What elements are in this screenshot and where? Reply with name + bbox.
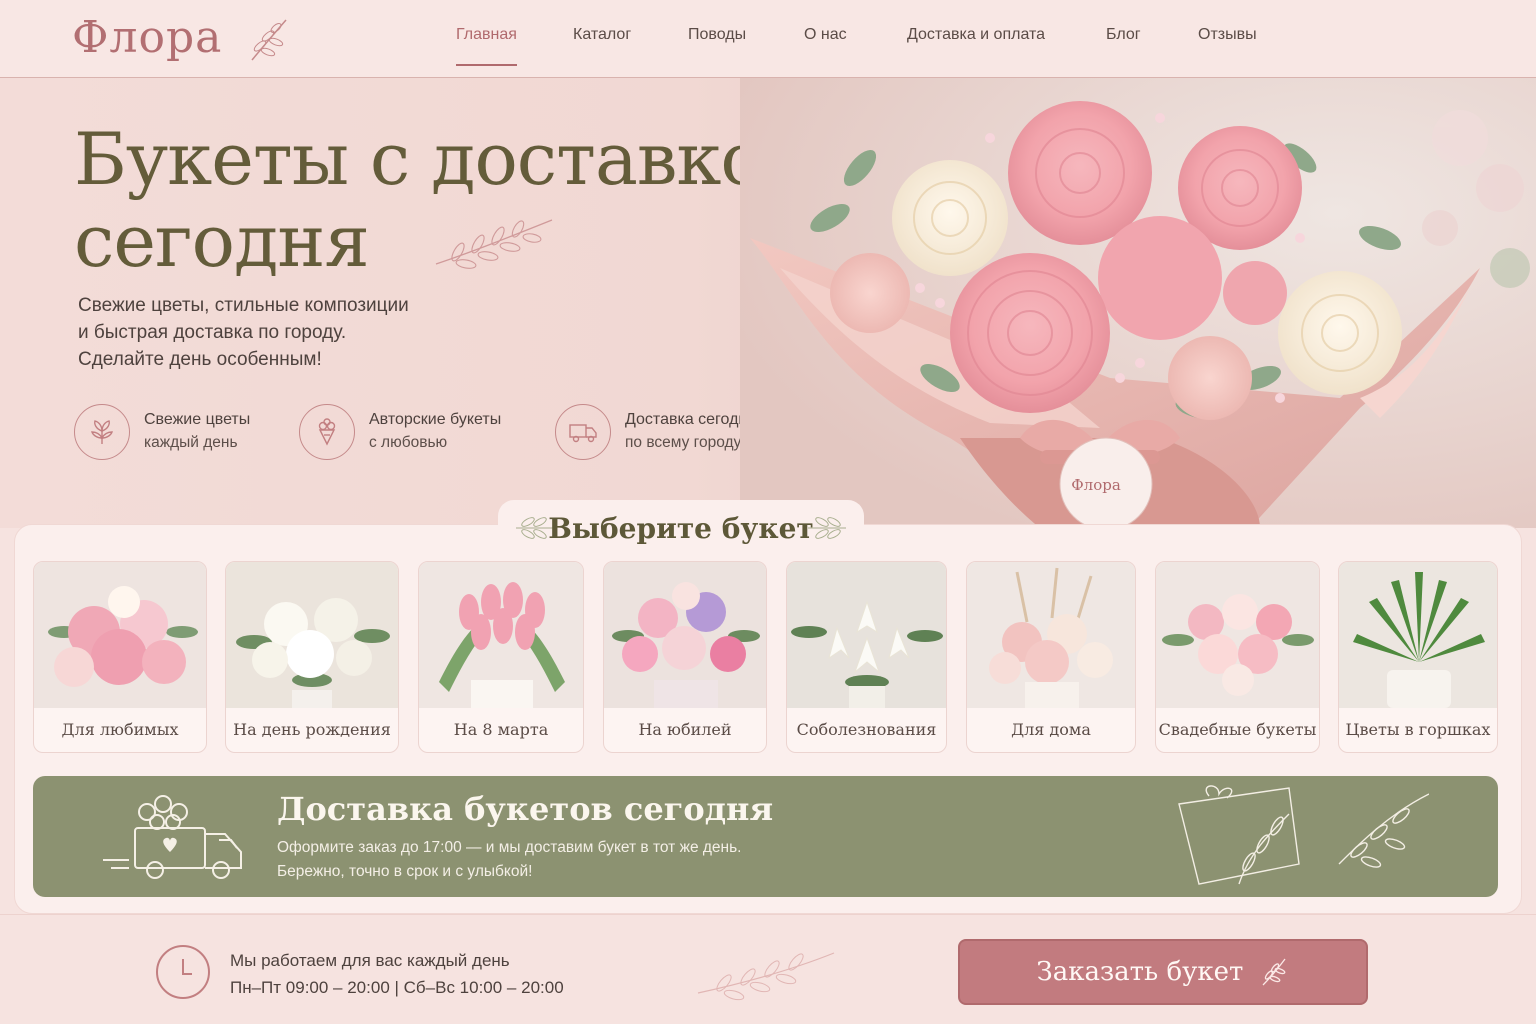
hero-subtitle-line: Свежие цветы, стильные композиции	[78, 295, 409, 316]
category-card-beloved[interactable]: Для любимых	[33, 561, 207, 753]
bouquet-image	[967, 562, 1135, 708]
card-label: Для дома	[1011, 720, 1091, 739]
plant-image	[1339, 562, 1497, 708]
card-label: На день рождения	[233, 720, 391, 739]
hero-title-line2: сегодня	[74, 199, 370, 283]
site-header: Флора Главная Каталог Поводы О нас Доста…	[0, 0, 1536, 78]
truck-icon	[555, 404, 611, 460]
leaf-icon	[74, 404, 130, 460]
nav-item-blog[interactable]: Блог	[1106, 26, 1141, 44]
working-hours-schedule: Пн–Пт 09:00 – 20:00 | Сб–Вс 10:00 – 20:0…	[230, 978, 564, 997]
feature-caption: каждый день	[144, 434, 238, 451]
nav-item-catalog[interactable]: Каталог	[573, 26, 631, 44]
order-button-label: Заказать букет	[1036, 957, 1244, 987]
nav-item-occasions[interactable]: Поводы	[688, 26, 746, 44]
category-card-birthday[interactable]: На день рождения	[225, 561, 399, 753]
card-label: Цветы в горшках	[1345, 720, 1491, 739]
feature-caption: по всему городу	[625, 434, 742, 451]
category-card-home[interactable]: Для дома	[966, 561, 1136, 753]
hero-subtitle: Свежие цветы, стильные композиции и быст…	[78, 292, 498, 373]
feature-text: Свежие цветы каждый день	[144, 408, 250, 454]
sprig-icon	[1262, 958, 1286, 986]
hero-title-line1: Букеты с доставкой	[74, 117, 811, 201]
feature-caption: с любовью	[369, 434, 448, 451]
card-label: Для любимых	[61, 720, 179, 739]
category-card-jubilee[interactable]: На юбилей	[603, 561, 767, 753]
category-card-condolences[interactable]: Соболезнования	[786, 561, 947, 753]
bouquet-image	[787, 562, 946, 708]
bouquet-image	[226, 562, 398, 708]
hero-bouquet-image: Флора	[740, 78, 1536, 528]
category-card-potted[interactable]: Цветы в горшках	[1338, 561, 1498, 753]
logo[interactable]: Флора	[72, 12, 222, 63]
footer-bar: Мы работаем для вас каждый день Пн–Пт 09…	[0, 914, 1536, 1024]
bouquet-image	[604, 562, 766, 708]
delivery-banner-title: Доставка букетов сегодня	[277, 790, 774, 828]
nav-item-reviews[interactable]: Отзывы	[1198, 26, 1257, 44]
feature-title: Авторские букеты	[369, 411, 502, 428]
hero-subtitle-line: и быстрая доставка по городу.	[78, 322, 347, 343]
card-label: На 8 марта	[453, 720, 549, 739]
floral-decoration-icon	[1178, 785, 1429, 885]
card-label: Соболезнования	[796, 720, 937, 739]
clock-icon	[156, 945, 210, 999]
nav-item-delivery[interactable]: Доставка и оплата	[907, 26, 1045, 44]
category-card-march8[interactable]: На 8 марта	[418, 561, 584, 753]
feature-title: Свежие цветы	[144, 411, 251, 428]
feature-title: Доставка сегодня	[625, 411, 756, 428]
delivery-banner-line: Бережно, точно в срок и с улыбкой!	[277, 863, 533, 880]
order-bouquet-button[interactable]: Заказать букет	[958, 939, 1368, 1005]
nav-item-home[interactable]: Главная	[456, 26, 517, 66]
card-label: На юбилей	[638, 720, 732, 739]
hero-subtitle-line: Сделайте день особенным!	[78, 349, 322, 370]
bouquet-image	[1156, 562, 1319, 708]
delivery-banner-line: Оформите заказ до 17:00 — и мы доставим …	[277, 839, 742, 856]
sprig-decoration-icon	[435, 219, 553, 269]
delivery-banner: Доставка букетов сегодня Оформите заказ …	[33, 776, 1498, 897]
sprig-icon	[251, 19, 287, 61]
card-label: Свадебные букеты	[1158, 720, 1317, 739]
delivery-banner-text: Оформите заказ до 17:00 — и мы доставим …	[277, 836, 742, 884]
bouquet-tag-text: Флора	[1071, 476, 1121, 494]
bouquet-icon	[299, 404, 355, 460]
working-hours: Мы работаем для вас каждый день Пн–Пт 09…	[230, 947, 564, 1001]
nav-item-about[interactable]: О нас	[804, 26, 847, 44]
bouquet-image	[34, 562, 206, 708]
feature-text: Доставка сегодня по всему городу	[625, 408, 756, 454]
feature-text: Авторские букеты с любовью	[369, 408, 501, 454]
hero-section: Букеты с доставкой сегодня Свежие цветы,…	[0, 78, 1536, 528]
bouquet-image	[419, 562, 583, 708]
sprig-icon	[808, 517, 846, 539]
working-hours-title: Мы работаем для вас каждый день	[230, 951, 510, 970]
delivery-truck-icon	[103, 795, 242, 879]
category-card-wedding[interactable]: Свадебные букеты	[1155, 561, 1320, 753]
sprig-decoration-icon	[697, 952, 835, 1001]
